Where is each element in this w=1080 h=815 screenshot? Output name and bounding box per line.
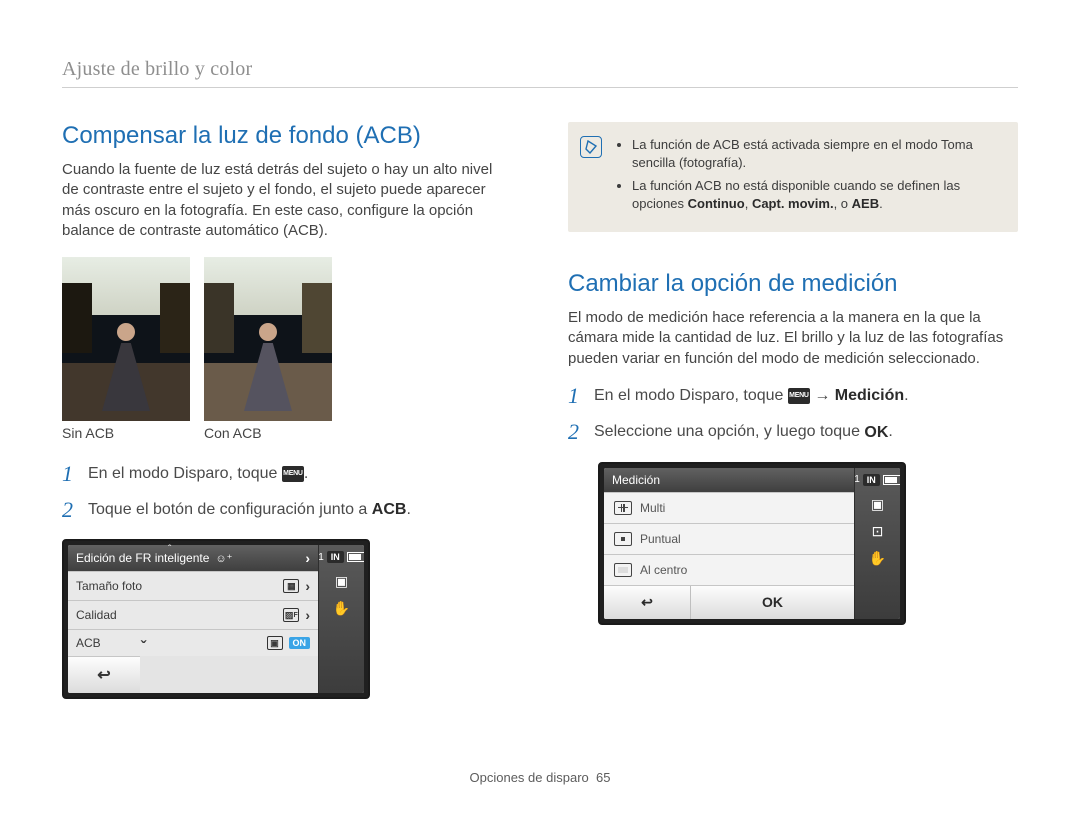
note-post: . [879, 196, 883, 211]
ok-icon: OK [864, 422, 888, 444]
chevron-right-icon: › [305, 550, 310, 566]
note-item: La función ACB no está disponible cuando… [632, 177, 1002, 212]
footer-page-number: 65 [596, 770, 610, 785]
option-label: Puntual [640, 532, 681, 546]
bold-continuo: Continuo [688, 196, 745, 211]
step-text: Toque el botón de configuración junto a [88, 501, 372, 518]
multi-icon [614, 501, 632, 515]
step-text: En el modo Disparo, toque [88, 465, 282, 482]
center-icon [614, 563, 632, 577]
option-centro[interactable]: Al centro [604, 554, 854, 585]
option-label: Al centro [640, 563, 687, 577]
menu-row-quality: Calidad ▨F › [68, 600, 318, 629]
note-sep: , [745, 196, 752, 211]
back-button[interactable]: ↩ [604, 586, 690, 619]
camera-screen-acb: Edición de FR inteligente ☺⁺ › ˆ Tamaño … [62, 539, 370, 699]
metering-icon: ▣ [871, 496, 884, 513]
screen-title-row: Edición de FR inteligente ☺⁺ › ˆ [68, 545, 318, 571]
on-badge: ON [289, 637, 311, 649]
sample-image-without-acb [62, 257, 190, 421]
caption-with-acb: Con ACB [204, 425, 332, 441]
in-badge: IN [863, 474, 880, 486]
bold-medicion: Medición [835, 387, 904, 404]
menu-row-photo-size: Tamaño foto ▦ › [68, 571, 318, 600]
step-number: 2 [62, 499, 78, 521]
screen-menu-title: Medición [612, 473, 660, 487]
step-text-post: . [888, 423, 892, 440]
step-text: En el modo Disparo, toque [594, 387, 788, 404]
status-number: 1 [318, 552, 324, 563]
footer-label: Opciones de disparo [470, 770, 589, 785]
screen-sidebar: 1 IN ▣ ✋ [318, 545, 364, 693]
left-column: Compensar la luz de fondo (ACB) Cuando l… [62, 122, 512, 699]
chevron-right-icon: › [305, 607, 310, 623]
size-icon: ▦ [283, 579, 299, 593]
option-label: Multi [640, 501, 665, 515]
caption-without-acb: Sin ACB [62, 425, 190, 441]
acb-intro: Cuando la fuente de luz está detrás del … [62, 160, 512, 241]
screen-sidebar: 1 IN ▣ ⊡ ✋ [854, 468, 900, 619]
right-step-2: 2 Seleccione una opción, y luego toque O… [568, 421, 1018, 444]
back-arrow-icon: ↩ [97, 667, 110, 684]
step-number: 1 [568, 385, 584, 407]
ok-label: OK [762, 594, 783, 610]
step-text-post: . [904, 387, 908, 404]
chevron-up-icon: ˆ [168, 545, 171, 555]
quality-icon: ▨F [283, 608, 299, 622]
page-footer: Opciones de disparo 65 [0, 770, 1080, 785]
ok-button[interactable]: OK [690, 586, 854, 619]
left-step-1: 1 En el modo Disparo, toque MENU. [62, 463, 512, 485]
bold-acb: ACB [372, 501, 407, 518]
note-sep: , o [834, 196, 852, 211]
sample-image-with-acb [204, 257, 332, 421]
face-icon: ☺⁺ [215, 552, 232, 565]
step-number: 1 [62, 463, 78, 485]
metering-icon: ▣ [335, 573, 348, 590]
note-item: La función de ACB está activada siempre … [632, 136, 1002, 171]
screen-menu-title: Edición de FR inteligente [76, 551, 209, 565]
left-step-2: 2 Toque el botón de configuración junto … [62, 499, 512, 521]
status-number: 1 [854, 474, 860, 485]
step-text-post: . [406, 501, 410, 518]
battery-icon [883, 475, 900, 485]
menu-row-label: Calidad [76, 608, 117, 622]
camera-screen-medicion: Medición Multi Puntual [598, 462, 906, 625]
bold-capt-movim: Capt. movim. [752, 196, 834, 211]
stabilizer-icon: ✋ [333, 600, 350, 617]
medicion-intro: El modo de medición hace referencia a la… [568, 308, 1018, 369]
back-button[interactable]: ↩ ˇ [68, 656, 140, 693]
stabilizer-icon: ✋ [869, 550, 886, 567]
menu-icon: MENU [788, 388, 810, 404]
section-title-acb: Compensar la luz de fondo (ACB) [62, 122, 512, 150]
back-arrow-icon: ↩ [641, 594, 653, 610]
note-box: La función de ACB está activada siempre … [568, 122, 1018, 232]
section-title-medicion: Cambiar la opción de medición [568, 270, 1018, 298]
bold-aeb: AEB [852, 196, 879, 211]
menu-icon: MENU [282, 466, 304, 482]
option-puntual[interactable]: Puntual [604, 523, 854, 554]
screen-title-row: Medición [604, 468, 854, 492]
in-badge: IN [327, 551, 344, 563]
right-column: La función de ACB está activada siempre … [568, 122, 1018, 699]
battery-icon [347, 552, 364, 562]
spot-icon [614, 532, 632, 546]
chevron-right-icon: › [305, 578, 310, 594]
right-step-1: 1 En el modo Disparo, toque MENU → Medic… [568, 385, 1018, 407]
spot-sm-icon: ⊡ [872, 523, 884, 540]
option-multi[interactable]: Multi [604, 492, 854, 523]
chevron-down-icon: ˇ [141, 639, 146, 657]
breadcrumb: Ajuste de brillo y color [62, 58, 1018, 88]
acb-icon: ▣ [267, 636, 283, 650]
menu-row-label: Tamaño foto [76, 579, 142, 593]
step-number: 2 [568, 421, 584, 443]
note-icon [580, 136, 602, 158]
menu-row-acb: ACB ▣ ON [68, 629, 318, 656]
step-text: Seleccione una opción, y luego toque [594, 423, 864, 440]
step-text-post: . [304, 465, 308, 482]
menu-row-label: ACB [76, 636, 101, 650]
arrow-text: → [814, 387, 834, 404]
